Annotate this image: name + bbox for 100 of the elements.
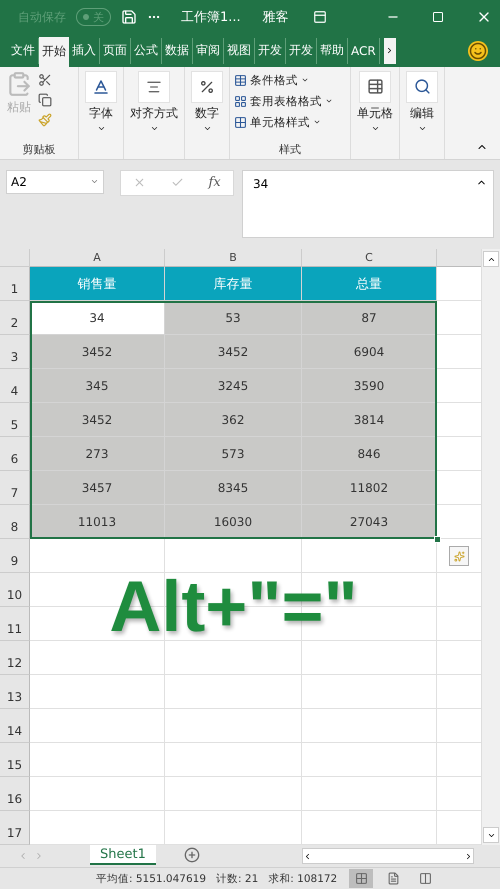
ribbon-tab[interactable]: 审阅 <box>193 38 224 64</box>
table-style-icon <box>234 116 247 129</box>
table-cell: 846 <box>302 437 437 472</box>
header-cell: 总量 <box>302 267 437 302</box>
header-cell: 库存量 <box>165 267 302 302</box>
copy-icon[interactable] <box>38 92 52 107</box>
ribbon-tab[interactable]: 开始 <box>39 36 69 67</box>
row-header[interactable]: 17 <box>0 811 30 846</box>
ribbon-tab[interactable]: 视图 <box>224 38 255 64</box>
align-center-icon <box>146 78 162 95</box>
percent-icon <box>199 78 215 95</box>
autosave-label: 自动保存 <box>18 8 66 26</box>
search-icon <box>414 78 430 96</box>
cells-group-button[interactable]: 单元格 <box>355 70 395 157</box>
table-cell: 3245 <box>165 369 302 404</box>
table-cell: 8345 <box>165 471 302 506</box>
row-header[interactable]: 7 <box>0 471 30 506</box>
ribbon-tab[interactable]: 开发 <box>286 38 317 64</box>
table-cell: 27043 <box>302 505 437 540</box>
table-cell: 53 <box>165 301 302 336</box>
row-header[interactable]: 3 <box>0 335 30 370</box>
table-style-icon <box>234 74 247 87</box>
row-header[interactable]: 6 <box>0 437 30 472</box>
scroll-tabs-button[interactable] <box>384 38 396 64</box>
status-text: 求和: 108172 <box>268 872 338 886</box>
save-icon[interactable] <box>121 9 137 26</box>
table-cell: 87 <box>302 301 437 336</box>
table-cell: 6904 <box>302 335 437 370</box>
maximize-icon[interactable] <box>432 11 444 24</box>
column-header[interactable]: A <box>30 249 165 268</box>
font-group-button[interactable]: 字体 <box>83 70 119 157</box>
table-icon <box>366 78 384 96</box>
styles-menu-button[interactable]: 条件格式 <box>234 72 333 88</box>
cut-icon[interactable] <box>38 72 52 87</box>
column-header[interactable]: C <box>302 249 437 268</box>
formula-field[interactable]: 34 <box>242 170 494 238</box>
ribbon-tab[interactable]: 帮助 <box>317 38 348 64</box>
scroll-right-icon[interactable] <box>464 852 473 861</box>
row-header[interactable]: 8 <box>0 505 30 540</box>
table-cell: 11802 <box>302 471 437 506</box>
view-button[interactable] <box>349 869 374 888</box>
table-cell: 273 <box>30 437 165 472</box>
edit-group-button[interactable]: 编辑 <box>404 70 440 157</box>
row-header[interactable]: 13 <box>0 675 30 710</box>
table-cell: 11013 <box>30 505 165 540</box>
name-box[interactable]: A2 <box>6 170 104 194</box>
status-text: 计数: 21 <box>216 872 258 886</box>
align-group-button[interactable]: 对齐方式 <box>128 70 180 157</box>
table-cell: 16030 <box>165 505 302 540</box>
scroll-left-icon[interactable] <box>303 852 312 861</box>
row-header[interactable]: 10 <box>0 573 30 608</box>
number-group-button[interactable]: 数字 <box>189 70 225 157</box>
row-header[interactable]: 5 <box>0 403 30 438</box>
ribbon-tab[interactable]: 数据 <box>162 38 193 64</box>
table-cell: 345 <box>30 369 165 404</box>
table-cell: 3457 <box>30 471 165 506</box>
row-header[interactable]: 14 <box>0 709 30 744</box>
quick-analysis-icon[interactable] <box>449 546 469 566</box>
group-label: 样式 <box>278 142 302 157</box>
column-header[interactable]: B <box>165 249 302 268</box>
view-icon <box>386 872 400 886</box>
sheet-tab[interactable]: Sheet1 <box>90 845 156 866</box>
insert-function-button[interactable]: fx <box>208 175 221 190</box>
row-header[interactable]: 4 <box>0 369 30 404</box>
ribbon-tab[interactable]: 页面 <box>100 38 131 64</box>
add-sheet-icon[interactable] <box>184 847 200 864</box>
row-header[interactable]: 12 <box>0 641 30 676</box>
view-icon <box>418 872 432 886</box>
window-title: 工作簿1... <box>181 9 241 26</box>
header-cell: 销售量 <box>30 267 165 302</box>
font-color-icon <box>92 78 110 96</box>
ribbon-tab[interactable]: ACR <box>348 38 380 64</box>
ribbon-display-icon[interactable] <box>312 10 327 24</box>
table-cell: 3452 <box>30 403 165 438</box>
row-header[interactable]: 15 <box>0 743 30 778</box>
table-cell: 34 <box>30 301 165 336</box>
row-header[interactable]: 2 <box>0 301 30 336</box>
row-header[interactable]: 11 <box>0 607 30 642</box>
row-header[interactable]: 1 <box>0 267 30 302</box>
table-cell: 3590 <box>302 369 437 404</box>
table-cell: 573 <box>165 437 302 472</box>
table-style-icon <box>234 94 247 108</box>
row-header[interactable]: 9 <box>0 539 30 574</box>
user-name: 雅客 <box>262 9 289 26</box>
caption-overlay: Alt+"=" <box>109 571 358 644</box>
view-icon <box>354 872 368 886</box>
ribbon-tab[interactable]: 开发 <box>255 38 286 64</box>
ribbon-tab[interactable]: 公式 <box>131 38 162 64</box>
table-cell: 3452 <box>30 335 165 370</box>
table-cell: 362 <box>165 403 302 438</box>
fill-handle[interactable] <box>434 536 441 544</box>
smiley-icon[interactable] <box>468 40 488 61</box>
group-label: 剪贴板 <box>22 142 56 157</box>
row-header[interactable]: 16 <box>0 777 30 812</box>
table-cell: 3452 <box>165 335 302 370</box>
styles-menu-button[interactable]: 单元格样式 <box>234 114 333 130</box>
horizontal-scrollbar[interactable] <box>302 848 474 864</box>
styles-menu-button[interactable]: 套用表格格式 <box>234 94 333 109</box>
ribbon-tab[interactable]: 插入 <box>69 38 100 64</box>
table-cell: 3814 <box>302 403 437 438</box>
